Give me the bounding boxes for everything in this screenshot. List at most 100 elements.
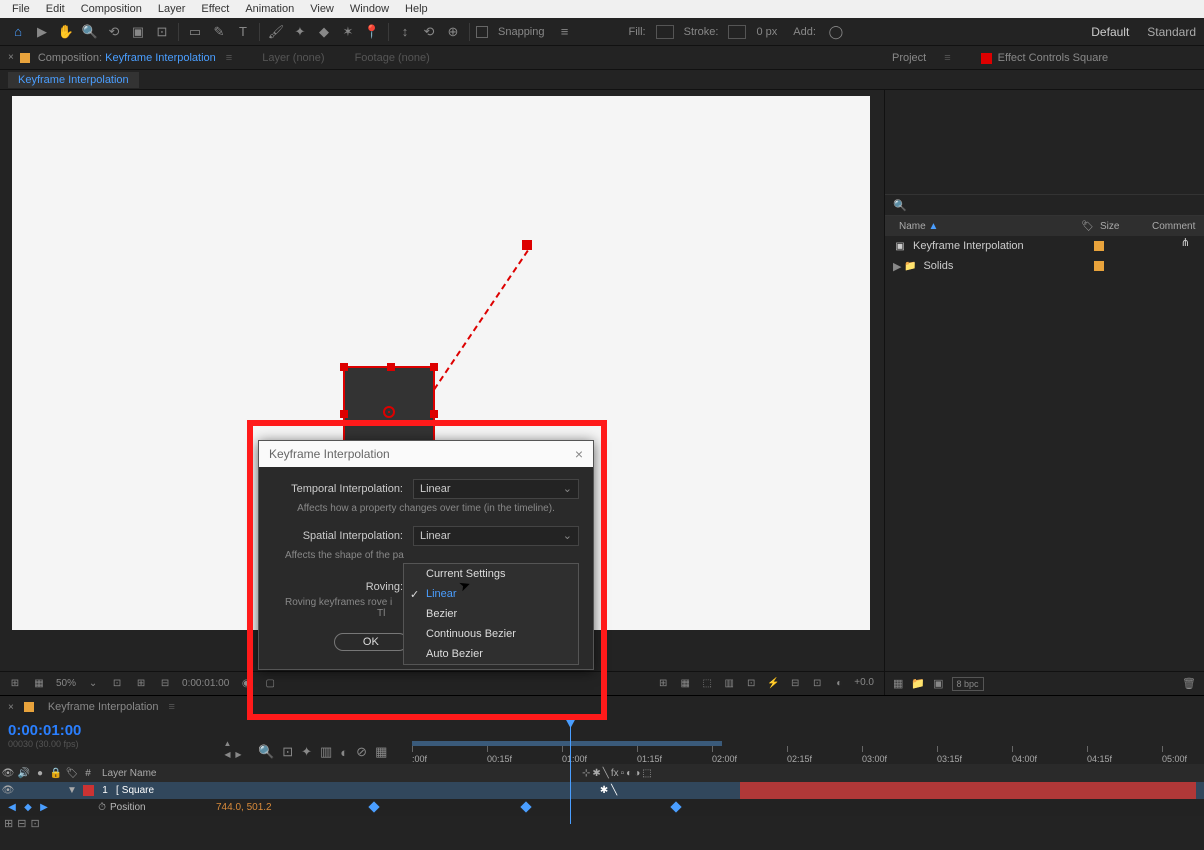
menu-effect[interactable]: Effect	[193, 3, 237, 15]
alpha-icon[interactable]: ▦	[32, 677, 46, 691]
new-comp-icon[interactable]: ▣	[933, 677, 943, 690]
toggle-switches-icon[interactable]: ⊞	[4, 817, 13, 830]
menu-layer[interactable]: Layer	[150, 3, 194, 15]
rect-tool-icon[interactable]: ▭	[185, 22, 205, 42]
timeline-tab[interactable]: Keyframe Interpolation	[48, 701, 159, 713]
viewer-subtab[interactable]: Keyframe Interpolation	[8, 72, 139, 88]
fast-preview-icon[interactable]: ⚡	[766, 677, 780, 691]
fill-swatch[interactable]	[656, 25, 674, 39]
option-current-settings[interactable]: Current Settings	[404, 564, 578, 584]
stroke-swatch[interactable]	[728, 25, 746, 39]
exposure-value[interactable]: +0.0	[854, 677, 874, 691]
nav-up-icon[interactable]: ▲	[222, 738, 233, 749]
flowchart-icon[interactable]: ⋔	[1181, 236, 1190, 249]
prev-kf-icon[interactable]: ◀	[4, 802, 20, 813]
current-time[interactable]: 0:00:01:00	[8, 722, 250, 739]
project-item-folder[interactable]: ▶ 📁 Solids	[885, 256, 1204, 276]
project-search[interactable]: 🔍	[885, 194, 1204, 216]
layer-label-swatch[interactable]	[83, 785, 94, 796]
zoom-nav[interactable]: ▲ ◀▶	[222, 738, 244, 760]
pan-behind-tool-icon[interactable]: ⊡	[152, 22, 172, 42]
resize-handle[interactable]	[340, 410, 348, 418]
add-menu-icon[interactable]: ◯	[826, 22, 846, 42]
project-tab[interactable]: Project	[892, 52, 926, 64]
workspace-default[interactable]: Default	[1091, 25, 1129, 39]
roto-tool-icon[interactable]: ✶	[338, 22, 358, 42]
menu-view[interactable]: View	[302, 3, 342, 15]
property-name[interactable]: Position	[110, 802, 216, 813]
nav-right-icon[interactable]: ▶	[233, 749, 244, 760]
video-eye-icon[interactable]: 👁	[0, 785, 16, 796]
draft3d-icon[interactable]: ✦	[301, 744, 312, 760]
menu-animation[interactable]: Animation	[237, 3, 302, 15]
motion-blur-icon[interactable]: ⊘	[356, 744, 367, 760]
3d-view-icon[interactable]: ⬚	[700, 677, 714, 691]
next-kf-icon[interactable]: ▶	[36, 802, 52, 813]
layer-tab[interactable]: Layer (none)	[262, 52, 324, 64]
new-folder-icon[interactable]: 📁	[911, 677, 925, 690]
interpret-icon[interactable]: ▦	[893, 677, 903, 690]
layer-duration-bar[interactable]	[740, 782, 1204, 799]
spatial-select[interactable]: Linear	[413, 526, 579, 546]
option-bezier[interactable]: Bezier	[404, 604, 578, 624]
home-icon[interactable]: ⌂	[8, 22, 28, 42]
pen-tool-icon[interactable]: ✎	[209, 22, 229, 42]
col-name[interactable]: Name	[899, 221, 926, 232]
close-panel-icon[interactable]: ×	[8, 52, 14, 63]
col-size[interactable]: Size	[1100, 221, 1152, 232]
anchor-point-icon[interactable]	[383, 406, 395, 418]
temporal-select[interactable]: Linear	[413, 479, 579, 499]
close-timeline-icon[interactable]: ×	[8, 702, 14, 713]
exposure-reset-icon[interactable]: ◐	[832, 677, 846, 691]
frameblend-switch-icon[interactable]: ▫	[621, 768, 625, 779]
shy-icon[interactable]: ▥	[320, 744, 332, 760]
footage-tab[interactable]: Footage (none)	[355, 52, 430, 64]
collapse-switch-icon[interactable]: ✱	[600, 785, 608, 796]
resize-handle[interactable]	[430, 410, 438, 418]
timeline-icon[interactable]: ⊟	[788, 677, 802, 691]
quality-switch-icon[interactable]: ╲	[611, 785, 617, 796]
collapse-switch-icon[interactable]: ✱	[592, 768, 600, 779]
preview-time[interactable]: 0:00:01:00	[182, 678, 229, 689]
menu-help[interactable]: Help	[397, 3, 436, 15]
eraser-tool-icon[interactable]: ◆	[314, 22, 334, 42]
comp-mini-icon[interactable]: ⊡	[282, 744, 293, 760]
timeline-menu-icon[interactable]: ≡	[169, 701, 175, 713]
menu-edit[interactable]: Edit	[38, 3, 73, 15]
toggle-modes-icon[interactable]: ⊟	[17, 817, 26, 830]
region-icon[interactable]: ⊞	[656, 677, 670, 691]
adjustment-switch-icon[interactable]: ◑	[634, 768, 640, 779]
property-track[interactable]	[370, 799, 1204, 816]
project-menu-icon[interactable]: ≡	[944, 52, 950, 64]
grid-icon[interactable]: ⊞	[134, 677, 148, 691]
sort-arrow-icon[interactable]: ▲	[928, 221, 938, 232]
resolution-icon[interactable]: ⊡	[110, 677, 124, 691]
menu-file[interactable]: File	[4, 3, 38, 15]
index-col[interactable]: #	[80, 768, 96, 779]
search-icon[interactable]: 🔍	[258, 744, 274, 760]
property-value[interactable]: 744.0, 501.2	[216, 802, 370, 813]
solo-col-icon[interactable]: ●	[32, 768, 48, 779]
kf-diamond-icon[interactable]: ◆	[20, 802, 36, 813]
effect-controls-tab[interactable]: Effect Controls Square	[998, 52, 1108, 64]
graph-editor-icon[interactable]: ▦	[375, 744, 387, 760]
twirl-icon[interactable]: ▼	[64, 785, 80, 796]
snapping-checkbox[interactable]	[476, 26, 488, 38]
resize-handle[interactable]	[430, 363, 438, 371]
hand-tool-icon[interactable]: ✋	[56, 22, 76, 42]
resize-handle[interactable]	[340, 363, 348, 371]
guides-icon[interactable]: ⊟	[158, 677, 172, 691]
axis-x-icon[interactable]: ↕	[395, 22, 415, 42]
resize-handle[interactable]	[387, 363, 395, 371]
option-continuous-bezier[interactable]: Continuous Bezier	[404, 624, 578, 644]
toggle-inout-icon[interactable]: ⊡	[30, 817, 39, 830]
quality-switch-icon[interactable]: ╲	[603, 768, 609, 779]
label-swatch[interactable]	[1094, 261, 1104, 271]
frame-blend-icon[interactable]: ◐	[340, 745, 348, 760]
ok-button[interactable]: OK	[334, 633, 408, 651]
keyframe-marker[interactable]	[522, 240, 532, 250]
axis-y-icon[interactable]: ⟲	[419, 22, 439, 42]
expand-arrow-icon[interactable]: ▶	[893, 260, 901, 273]
orbit-tool-icon[interactable]: ⟲	[104, 22, 124, 42]
lock-col-icon[interactable]: 🔒	[48, 768, 64, 779]
